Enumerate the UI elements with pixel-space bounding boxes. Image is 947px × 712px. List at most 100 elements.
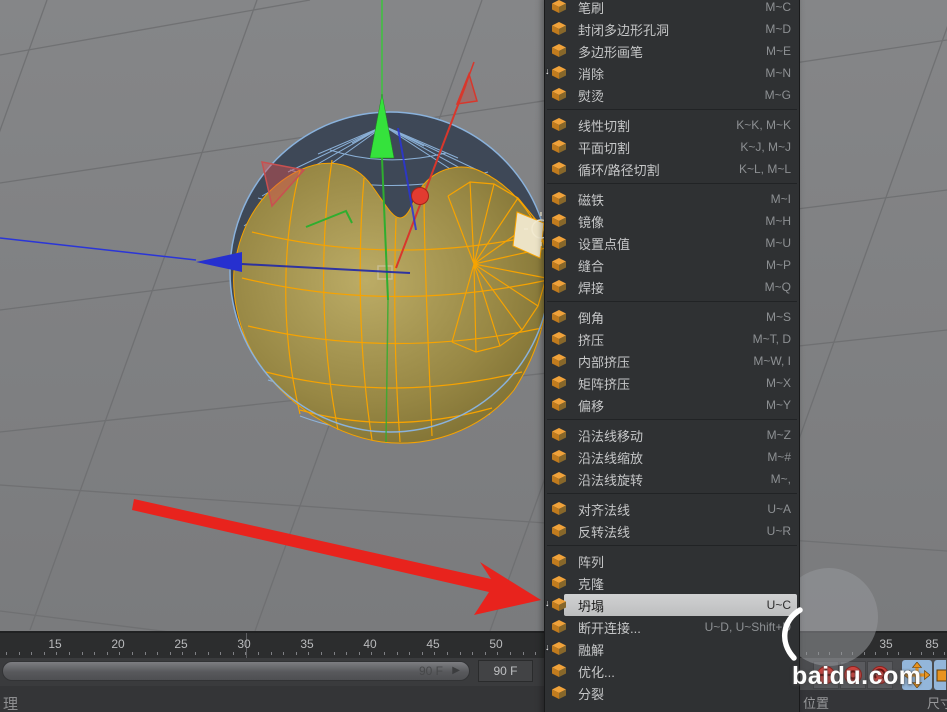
menu-item-shortcut: M~S xyxy=(766,310,791,324)
menu-item-label: 断开连接... xyxy=(571,618,705,637)
ruler-tick xyxy=(334,652,335,655)
menu-item-disconnect[interactable]: 断开连接...U~D, U~Shift+D xyxy=(545,616,799,638)
menu-item-label: 焊接 xyxy=(571,278,765,297)
menu-item-normal-scale[interactable]: 沿法线缩放M~# xyxy=(545,446,799,468)
ruler-tick xyxy=(497,652,498,655)
menu-item-label: 沿法线移动 xyxy=(571,426,767,445)
menu-item-line-cut[interactable]: 线性切割K~K, M~K xyxy=(545,114,799,136)
split-icon xyxy=(549,685,571,701)
ruler-tick xyxy=(864,652,865,655)
ruler-tick xyxy=(472,652,473,655)
menu-item-label: 磁铁 xyxy=(571,190,771,209)
menu-item-label: 矩阵挤压 xyxy=(571,374,766,393)
menu-item-brush[interactable]: 笔刷M~C xyxy=(545,0,799,18)
watermark-text: baidu.com xyxy=(792,662,922,691)
menu-item-magnet[interactable]: 磁铁M~I xyxy=(545,188,799,210)
x-axis-handle xyxy=(412,188,429,205)
watermark-crescent xyxy=(770,602,814,666)
menu-item-bevel[interactable]: 倒角M~S xyxy=(545,306,799,328)
menu-item-normal-rotate[interactable]: 沿法线旋转M~, xyxy=(545,468,799,490)
ruler-tick xyxy=(56,652,57,655)
menu-separator xyxy=(545,416,799,424)
scale-tool-button[interactable] xyxy=(934,660,946,690)
menu-item-polygon-pen[interactable]: 多边形画笔M~E xyxy=(545,40,799,62)
menu-item-align-normals[interactable]: 对齐法线U~A xyxy=(545,498,799,520)
ruler-tick xyxy=(460,652,461,655)
ruler-tick xyxy=(157,652,158,655)
menu-item-shortcut: M~C xyxy=(765,0,791,14)
coordinate-labels-row: 位置 尺寸 xyxy=(800,690,947,712)
power-slider[interactable]: 90 F ▶ xyxy=(2,661,470,681)
ruler-frame-label: 35 xyxy=(879,637,892,651)
menu-item-label: 分裂 xyxy=(571,684,791,703)
dissolve-icon: ↓ xyxy=(549,65,571,81)
menu-item-label: 内部挤压 xyxy=(571,352,753,371)
menu-item-close-polygon-hole[interactable]: 封闭多边形孔洞M~D xyxy=(545,18,799,40)
menu-item-collapse[interactable]: ↓坍塌U~C xyxy=(545,594,799,616)
line-cut-icon xyxy=(549,117,571,133)
menu-item-shortcut: M~U xyxy=(765,236,791,250)
ruler-frame-label: 35 xyxy=(300,637,313,651)
current-frame-box[interactable]: 90 F xyxy=(478,660,533,682)
ruler-tick xyxy=(283,652,284,655)
ruler-frame-label: 15 xyxy=(48,637,61,651)
menu-item-melt[interactable]: ↓融解 xyxy=(545,638,799,660)
ruler-tick xyxy=(220,652,221,655)
menu-item-loop-path-cut[interactable]: 循环/路径切割K~L, M~L xyxy=(545,158,799,180)
menu-item-weld[interactable]: 焊接M~Q xyxy=(545,276,799,298)
menu-item-stitch[interactable]: 缝合M~P xyxy=(545,254,799,276)
menu-separator xyxy=(545,542,799,550)
normal-rotate-icon xyxy=(549,471,571,487)
menu-item-label: 阵列 xyxy=(571,552,791,571)
menu-item-plane-cut[interactable]: 平面切割K~J, M~J xyxy=(545,136,799,158)
menu-item-split[interactable]: 分裂 xyxy=(545,682,799,704)
ruler-tick xyxy=(182,652,183,655)
menu-item-smooth-shift[interactable]: 偏移M~Y xyxy=(545,394,799,416)
menu-item-mirror[interactable]: 镜像M~H xyxy=(545,210,799,232)
menu-item-shortcut: M~X xyxy=(766,376,791,390)
ruler-tick xyxy=(170,652,171,655)
menu-item-optimize[interactable]: 优化... xyxy=(545,660,799,682)
ruler-tick xyxy=(31,652,32,655)
ruler-frame-label: 50 xyxy=(489,637,502,651)
magnet-icon xyxy=(549,191,571,207)
menu-item-label: 镜像 xyxy=(571,212,765,231)
menu-item-reverse-normals[interactable]: 反转法线U~R xyxy=(545,520,799,542)
menu-item-shortcut: M~Y xyxy=(766,398,791,412)
menu-item-dissolve[interactable]: ↓消除M~N xyxy=(545,62,799,84)
menu-item-shortcut: M~N xyxy=(765,66,791,80)
ruler-tick xyxy=(258,652,259,655)
ruler-tick xyxy=(82,652,83,655)
ruler-tick xyxy=(875,652,876,655)
menu-item-label: 坍塌 xyxy=(571,596,767,615)
menu-item-label: 设置点值 xyxy=(571,234,765,253)
down-arrow-overlay-icon: ↓ xyxy=(545,642,550,652)
align-normals-icon xyxy=(549,501,571,517)
menu-item-extrude[interactable]: 挤压M~T, D xyxy=(545,328,799,350)
down-arrow-overlay-icon: ↓ xyxy=(545,598,550,608)
menu-item-normal-move[interactable]: 沿法线移动M~Z xyxy=(545,424,799,446)
menu-item-array[interactable]: 阵列 xyxy=(545,550,799,572)
bevel-icon xyxy=(549,309,571,325)
viewport-canvas[interactable] xyxy=(0,0,947,631)
menu-separator xyxy=(545,490,799,498)
menu-item-clone[interactable]: 克隆 xyxy=(545,572,799,594)
ruler-tick xyxy=(933,652,934,655)
menu-item-shortcut: M~G xyxy=(765,88,791,102)
menu-separator xyxy=(545,180,799,188)
ruler-tick xyxy=(910,652,911,655)
menu-item-shortcut: M~# xyxy=(767,450,791,464)
smooth-shift-icon xyxy=(549,397,571,413)
ruler-tick xyxy=(434,652,435,655)
menu-item-label: 偏移 xyxy=(571,396,766,415)
ruler-tick xyxy=(145,652,146,655)
menu-item-matrix-extrude[interactable]: 矩阵挤压M~X xyxy=(545,372,799,394)
menu-item-set-point-value[interactable]: 设置点值M~U xyxy=(545,232,799,254)
ruler-tick xyxy=(397,652,398,655)
menu-item-iron[interactable]: 熨烫M~G xyxy=(545,84,799,106)
menu-separator xyxy=(545,106,799,114)
menu-item-shortcut: M~P xyxy=(766,258,791,272)
reverse-normals-icon xyxy=(549,523,571,539)
weld-icon xyxy=(549,279,571,295)
menu-item-inner-extrude[interactable]: 内部挤压M~W, I xyxy=(545,350,799,372)
